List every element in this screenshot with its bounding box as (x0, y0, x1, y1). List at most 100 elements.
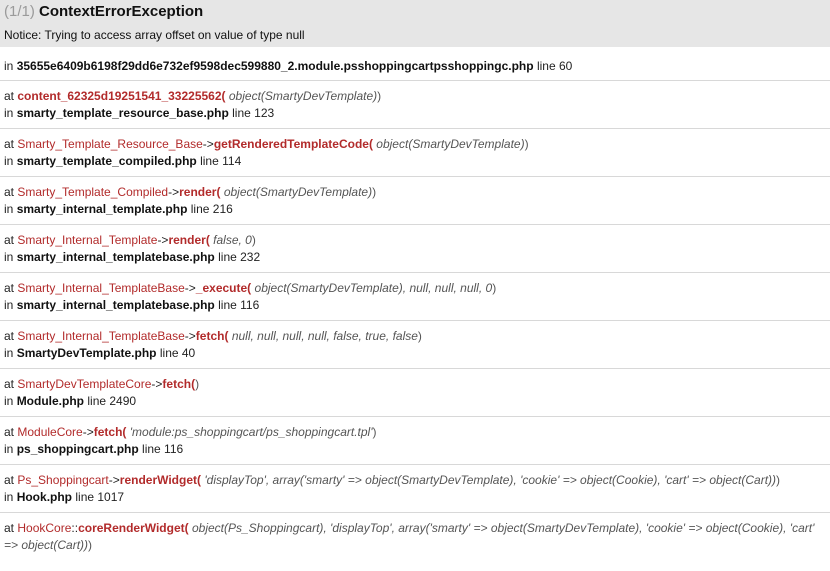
frame-call: at HookCore::coreRenderWidget( object(Ps… (4, 520, 826, 554)
frame-class: HookCore (17, 521, 72, 535)
frame-args-close: ) (251, 233, 256, 247)
frame-file: smarty_internal_template.php (16, 202, 188, 216)
frame-args-open: ( (368, 137, 373, 151)
frame-line: line 2490 (87, 394, 137, 408)
frame-at-label: at (4, 473, 15, 487)
frame-args-open: ( (205, 233, 210, 247)
frame-args-close: ) (195, 377, 200, 391)
exception-message: Notice: Trying to access array offset on… (4, 28, 305, 42)
frame-args: object(SmartyDevTemplate) (376, 137, 525, 151)
frame-arrow: -> (168, 185, 180, 199)
frame-line: line 216 (190, 202, 233, 216)
frame-in-label: in (4, 394, 14, 408)
frame-arrow: -> (157, 233, 169, 247)
frame-location: in smarty_template_resource_base.php lin… (4, 105, 826, 122)
frame-args-close: ) (492, 281, 497, 295)
frame-at-label: at (4, 281, 15, 295)
frame-class: Smarty_Internal_TemplateBase (17, 281, 185, 295)
stack-trace-list: at content_62325d19251541_33225562( obje… (0, 81, 830, 571)
frame-in-label: in (4, 490, 14, 504)
frame-args-close: ) (372, 425, 377, 439)
stack-frame: at Ps_Shoppingcart->renderWidget( 'displ… (0, 465, 830, 513)
frame-in-label: in (4, 298, 14, 312)
frame-file: SmartyDevTemplate.php (16, 346, 157, 360)
frame-call: at content_62325d19251541_33225562( obje… (4, 88, 826, 105)
frame-arrow: -> (108, 473, 120, 487)
frame-args-open: ( (247, 281, 252, 295)
frame-at-label: at (4, 377, 15, 391)
frame-args-open: ( (197, 473, 202, 487)
frame-at-label: at (4, 329, 15, 343)
frame-file: Module.php (16, 394, 85, 408)
frame-call: at SmartyDevTemplateCore->fetch() (4, 376, 826, 393)
frame-class: Smarty_Template_Compiled (17, 185, 169, 199)
frame-file: smarty_template_resource_base.php (16, 106, 229, 120)
stack-frame: at Smarty_Internal_TemplateBase->fetch( … (0, 321, 830, 369)
frame-function: content_62325d19251541_33225562 (17, 89, 222, 103)
stack-frame: at SmartyDevTemplateCore->fetch() in Modu… (0, 369, 830, 417)
frame-args: false, 0 (213, 233, 252, 247)
frame-line: line 116 (218, 298, 260, 312)
frame-file: smarty_internal_templatebase.php (16, 250, 215, 264)
frame-class: ModuleCore (17, 425, 83, 439)
frame-function: fetch (162, 377, 192, 391)
frame-args-close: ) (88, 538, 93, 552)
frame-call: at Smarty_Template_Resource_Base->getRen… (4, 136, 826, 153)
frame-args-open: ( (122, 425, 127, 439)
stack-frame: at HookCore::coreRenderWidget( object(Ps… (0, 513, 830, 571)
frame-location: in Module.php line 2490 (4, 393, 826, 410)
frame-args: object(SmartyDevTemplate), null, null, n… (254, 281, 493, 295)
frame-line: line 1017 (75, 490, 125, 504)
origin-in-label: in (4, 59, 14, 73)
frame-file: smarty_template_compiled.php (16, 154, 197, 168)
frame-class: Smarty_Internal_TemplateBase (17, 329, 185, 343)
stack-frame: at Smarty_Internal_TemplateBase->_execut… (0, 273, 830, 321)
frame-in-label: in (4, 346, 14, 360)
frame-args-close: ) (776, 473, 781, 487)
frame-args: object(SmartyDevTemplate) (223, 185, 373, 199)
frame-in-label: in (4, 154, 14, 168)
frame-arrow: -> (202, 137, 214, 151)
frame-arrow: -> (82, 425, 94, 439)
frame-line: line 114 (200, 154, 242, 168)
frame-args-close: ) (417, 329, 422, 343)
frame-line: line 123 (232, 106, 275, 120)
stack-frame: at Smarty_Internal_Template->render( fal… (0, 225, 830, 273)
stack-frame: at Smarty_Template_Compiled->render( obj… (0, 177, 830, 225)
frame-line: line 232 (218, 250, 261, 264)
origin-file: 35655e6409b6198f29dd6e732ef9598dec599880… (16, 59, 534, 73)
frame-args-close: ) (372, 185, 377, 199)
frame-file: smarty_internal_templatebase.php (16, 298, 215, 312)
frame-line: line 40 (159, 346, 196, 360)
frame-function: render (179, 185, 217, 199)
stack-frame: at content_62325d19251541_33225562( obje… (0, 81, 830, 129)
frame-args: null, null, null, null, false, true, fal… (231, 329, 418, 343)
frame-args-close: ) (377, 89, 382, 103)
frame-location: in ps_shoppingcart.php line 116 (4, 441, 826, 458)
frame-location: in smarty_internal_templatebase.php line… (4, 249, 826, 266)
frame-in-label: in (4, 442, 14, 456)
frame-function: renderWidget (119, 473, 198, 487)
frame-in-label: in (4, 202, 14, 216)
frame-at-label: at (4, 233, 15, 247)
frame-in-label: in (4, 106, 14, 120)
frame-class: Smarty_Template_Resource_Base (17, 137, 203, 151)
frame-at-label: at (4, 137, 15, 151)
frame-function: _execute (195, 281, 248, 295)
origin-line: line 60 (536, 59, 573, 73)
frame-file: ps_shoppingcart.php (16, 442, 139, 456)
frame-location: in smarty_internal_template.php line 216 (4, 201, 826, 218)
frame-args-open: ( (216, 185, 221, 199)
frame-at-label: at (4, 89, 15, 103)
frame-location: in Hook.php line 1017 (4, 489, 826, 506)
frame-args: 'module:ps_shoppingcart/ps_shoppingcart.… (129, 425, 373, 439)
frame-at-label: at (4, 425, 15, 439)
frame-at-label: at (4, 185, 15, 199)
frame-function: getRenderedTemplateCode (213, 137, 369, 151)
frame-args-open: ( (221, 89, 226, 103)
frame-args-open: ( (184, 521, 189, 535)
frame-class: Ps_Shoppingcart (17, 473, 109, 487)
frame-class: SmartyDevTemplateCore (17, 377, 152, 391)
frame-call: at Ps_Shoppingcart->renderWidget( 'displ… (4, 472, 826, 489)
frame-arrow: -> (151, 377, 163, 391)
